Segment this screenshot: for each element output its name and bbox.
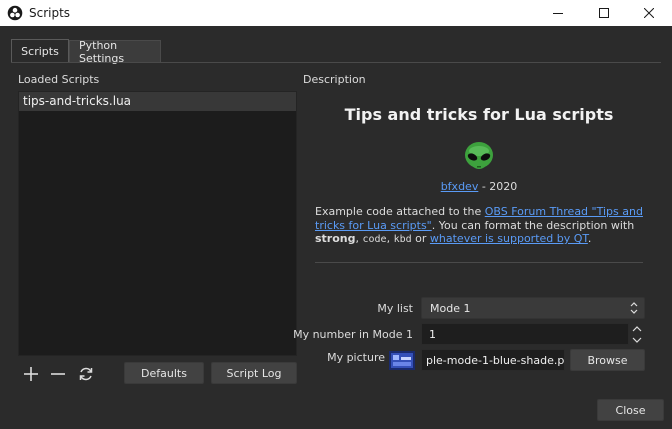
browse-button[interactable]: Browse bbox=[570, 349, 645, 371]
chevron-down-icon bbox=[632, 337, 642, 343]
window-title: Scripts bbox=[29, 6, 71, 20]
loaded-scripts-heading: Loaded Scripts bbox=[18, 73, 100, 86]
maximize-button[interactable] bbox=[581, 0, 627, 26]
tab-python-settings[interactable]: Python Settings bbox=[69, 39, 161, 65]
desc-code: code bbox=[362, 234, 387, 245]
defaults-button[interactable]: Defaults bbox=[124, 362, 204, 384]
plus-icon bbox=[24, 367, 38, 381]
picture-thumbnail bbox=[389, 351, 415, 370]
my-number-input[interactable]: 1 bbox=[421, 323, 629, 345]
close-button[interactable]: Close bbox=[597, 399, 664, 421]
tab-divider bbox=[11, 62, 661, 63]
updown-chevron-icon bbox=[630, 302, 638, 314]
author-line: bfxdev - 2020 bbox=[303, 180, 655, 193]
desc-text-6: . bbox=[587, 232, 592, 245]
loaded-scripts-list[interactable]: tips-and-tricks.lua bbox=[18, 91, 297, 356]
my-number-spinbox: 1 bbox=[421, 323, 645, 345]
add-script-button[interactable] bbox=[21, 364, 41, 384]
desc-text-4: , bbox=[386, 232, 394, 245]
desc-text-2: . You can format the description with bbox=[431, 218, 635, 232]
obs-logo-icon bbox=[7, 5, 23, 21]
minus-icon bbox=[51, 373, 65, 375]
reload-script-button[interactable] bbox=[76, 364, 96, 384]
list-item[interactable]: tips-and-tricks.lua bbox=[19, 92, 296, 111]
my-list-dropdown[interactable]: Mode 1 bbox=[421, 297, 645, 319]
description-text: Example code attached to the OBS Forum T… bbox=[315, 205, 645, 247]
description-heading: Description bbox=[303, 73, 366, 86]
script-log-button[interactable]: Script Log bbox=[211, 362, 297, 384]
desc-text-3: , bbox=[355, 232, 363, 245]
minimize-button[interactable] bbox=[535, 0, 581, 26]
increment-button[interactable] bbox=[629, 323, 645, 334]
desc-kbd: kbd bbox=[393, 234, 412, 245]
description-separator bbox=[315, 262, 643, 263]
minimize-icon bbox=[553, 13, 563, 14]
close-icon bbox=[644, 8, 654, 18]
my-number-label: My number in Mode 1 bbox=[293, 328, 413, 341]
my-picture-path-input[interactable]: ple-mode-1-blue-shade.png bbox=[421, 349, 565, 371]
close-window-button[interactable] bbox=[626, 0, 672, 26]
decrement-button[interactable] bbox=[629, 334, 645, 345]
alien-icon bbox=[465, 142, 493, 169]
my-list-value: Mode 1 bbox=[430, 302, 471, 315]
my-list-label: My list bbox=[377, 302, 413, 315]
desc-text-5: or bbox=[411, 232, 430, 245]
author-year: - 2020 bbox=[481, 180, 518, 193]
qt-link[interactable]: whatever is supported by QT bbox=[430, 232, 588, 245]
maximize-icon bbox=[599, 8, 609, 18]
title-bar: Scripts bbox=[0, 0, 672, 26]
chevron-up-icon bbox=[632, 325, 642, 331]
script-title: Tips and tricks for Lua scripts bbox=[344, 105, 614, 124]
desc-strong: strong bbox=[315, 232, 356, 245]
tab-scripts[interactable]: Scripts bbox=[11, 39, 69, 63]
tab-bar: Scripts Python Settings bbox=[11, 39, 161, 65]
my-picture-label: My picture bbox=[327, 351, 385, 364]
my-number-value: 1 bbox=[429, 328, 436, 341]
my-picture-path-value: ple-mode-1-blue-shade.png bbox=[426, 354, 565, 367]
remove-script-button[interactable] bbox=[48, 364, 68, 384]
author-link[interactable]: bfxdev bbox=[441, 180, 479, 193]
reload-icon bbox=[79, 367, 93, 381]
desc-text-1: Example code attached to the bbox=[315, 205, 485, 218]
